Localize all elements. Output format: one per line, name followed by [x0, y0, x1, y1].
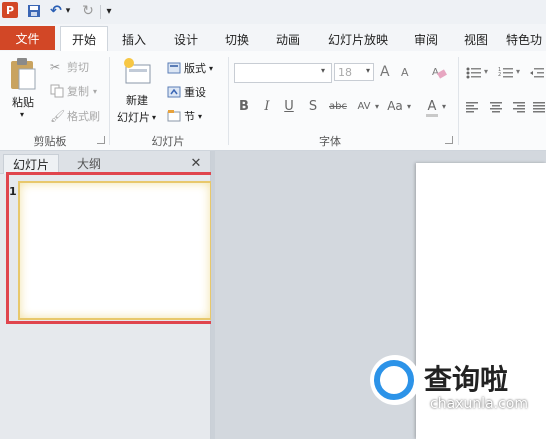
clipboard-group-label: 剪贴板 — [33, 135, 67, 148]
grow-font-button[interactable]: A — [380, 64, 390, 80]
font-group-label: 字体 — [319, 135, 341, 148]
redo-icon[interactable]: ↻ — [80, 3, 96, 19]
section-label: 节 — [184, 110, 195, 123]
align-center-icon[interactable] — [489, 100, 503, 114]
reset-label: 重设 — [184, 86, 206, 99]
watermark-title: 查询啦 — [424, 363, 509, 396]
numbering-dropdown-icon[interactable]: ▾ — [516, 67, 520, 76]
tab-slides[interactable]: 幻灯片 — [3, 154, 59, 174]
tab-featured[interactable]: 特色功 — [506, 28, 546, 50]
tab-file[interactable]: 文件 — [0, 26, 55, 50]
paste-icon[interactable] — [8, 57, 38, 91]
layout-icon — [167, 61, 181, 75]
justify-icon[interactable] — [532, 100, 546, 114]
format-painter-button[interactable]: 🖌 格式刷 — [50, 108, 100, 124]
new-slide-label-1[interactable]: 新建 — [126, 92, 148, 108]
font-name-combobox[interactable] — [234, 63, 332, 83]
brush-icon: 🖌 — [50, 109, 66, 123]
font-size-dropdown-icon[interactable]: ▾ — [366, 66, 370, 75]
svg-text:2: 2 — [498, 72, 501, 78]
customize-qat-icon[interactable]: ▾ — [104, 3, 114, 19]
bullets-icon[interactable] — [466, 66, 482, 80]
layout-button[interactable]: 版式 ▾ — [167, 60, 213, 76]
text-shadow-button[interactable]: S — [305, 98, 321, 114]
ribbon-tab-row: 文件 开始 插入 设计 切换 动画 幻灯片放映 审阅 视图 特色功 — [0, 24, 546, 52]
tab-slideshow[interactable]: 幻灯片放映 — [320, 28, 396, 50]
underline-button[interactable]: U — [281, 98, 297, 114]
scissors-icon: ✂ — [50, 60, 61, 74]
format-painter-label: 格式刷 — [67, 110, 100, 123]
slides-pane-tabs: 幻灯片 大纲 ✕ — [0, 151, 210, 174]
section-dropdown-icon: ▾ — [198, 111, 203, 121]
undo-dropdown-icon[interactable]: ▾ — [64, 3, 72, 19]
align-left-icon[interactable] — [466, 100, 480, 114]
font-color-dropdown-icon[interactable]: ▾ — [440, 98, 448, 114]
group-separator — [109, 57, 110, 145]
watermark-url: chaxunla.com — [430, 396, 528, 412]
font-color-button[interactable]: A — [424, 98, 440, 114]
align-right-icon[interactable] — [512, 100, 526, 114]
cut-button[interactable]: ✂ 剪切 — [50, 59, 89, 75]
layout-dropdown-icon: ▾ — [209, 63, 214, 73]
group-separator — [458, 57, 459, 145]
ribbon-home: 粘贴 ▾ ✂ 剪切 复制 ▾ 🖌 格式刷 剪贴板 新建 幻灯片 ▾ 版式 ▾ 重设 节 ▾ … — [0, 51, 546, 151]
tab-design[interactable]: 设计 — [164, 28, 208, 50]
tab-home[interactable]: 开始 — [60, 26, 108, 52]
font-name-dropdown-icon[interactable]: ▾ — [321, 66, 325, 75]
strikethrough-button[interactable]: abc — [327, 98, 349, 114]
layout-label: 版式 — [184, 62, 206, 75]
character-spacing-dropdown-icon[interactable]: ▾ — [373, 98, 381, 114]
paste-dropdown-icon[interactable]: ▾ — [20, 110, 24, 119]
tab-insert[interactable]: 插入 — [112, 28, 156, 50]
font-color-swatch — [426, 114, 438, 117]
new-slide-label-2: 幻灯片 — [117, 111, 150, 124]
tab-transitions[interactable]: 切换 — [215, 28, 259, 50]
section-icon — [167, 109, 181, 123]
new-slide-button[interactable]: 幻灯片 ▾ — [117, 109, 156, 125]
tab-outline[interactable]: 大纲 — [62, 154, 116, 173]
highlight-frame — [6, 172, 215, 324]
italic-button[interactable]: I — [259, 98, 275, 114]
clear-formatting-icon[interactable]: A — [431, 64, 447, 80]
copy-label: 复制 — [67, 85, 89, 98]
close-pane-icon[interactable]: ✕ — [186, 154, 206, 173]
reset-icon — [167, 85, 181, 99]
decrease-indent-icon[interactable] — [530, 66, 546, 80]
powerpoint-app-icon[interactable]: P — [2, 2, 18, 18]
group-separator — [228, 57, 229, 145]
cut-label: 剪切 — [67, 61, 89, 74]
tab-review[interactable]: 审阅 — [404, 28, 448, 50]
save-icon[interactable] — [26, 3, 42, 19]
copy-icon — [50, 84, 64, 98]
qat-divider — [100, 5, 101, 19]
bullets-dropdown-icon[interactable]: ▾ — [484, 67, 488, 76]
shrink-font-button[interactable]: A — [401, 66, 409, 79]
new-slide-icon[interactable] — [122, 57, 154, 87]
undo-icon[interactable]: ↶ — [48, 3, 64, 19]
change-case-dropdown-icon[interactable]: ▾ — [405, 98, 413, 114]
svg-text:A: A — [432, 67, 439, 78]
character-spacing-button[interactable]: AV — [354, 98, 374, 114]
slides-group-label: 幻灯片 — [151, 135, 185, 148]
numbering-icon[interactable]: 12 — [498, 66, 514, 80]
bold-button[interactable]: B — [236, 98, 252, 114]
reset-button[interactable]: 重设 — [167, 84, 206, 100]
copy-dropdown-icon: ▾ — [93, 86, 98, 96]
tab-view[interactable]: 视图 — [454, 28, 498, 50]
quick-access-toolbar: P ↶ ▾ ↻ ▾ — [0, 0, 546, 25]
change-case-button[interactable]: Aa — [385, 98, 405, 114]
font-launcher-icon[interactable] — [445, 136, 453, 144]
watermark-logo-icon — [374, 360, 414, 400]
paste-button[interactable]: 粘贴 — [12, 94, 34, 110]
tab-animations[interactable]: 动画 — [266, 28, 310, 50]
clipboard-launcher-icon[interactable] — [97, 136, 105, 144]
copy-button[interactable]: 复制 ▾ — [50, 83, 97, 99]
new-slide-dropdown-icon: ▾ — [152, 112, 157, 122]
section-button[interactable]: 节 ▾ — [167, 108, 202, 124]
